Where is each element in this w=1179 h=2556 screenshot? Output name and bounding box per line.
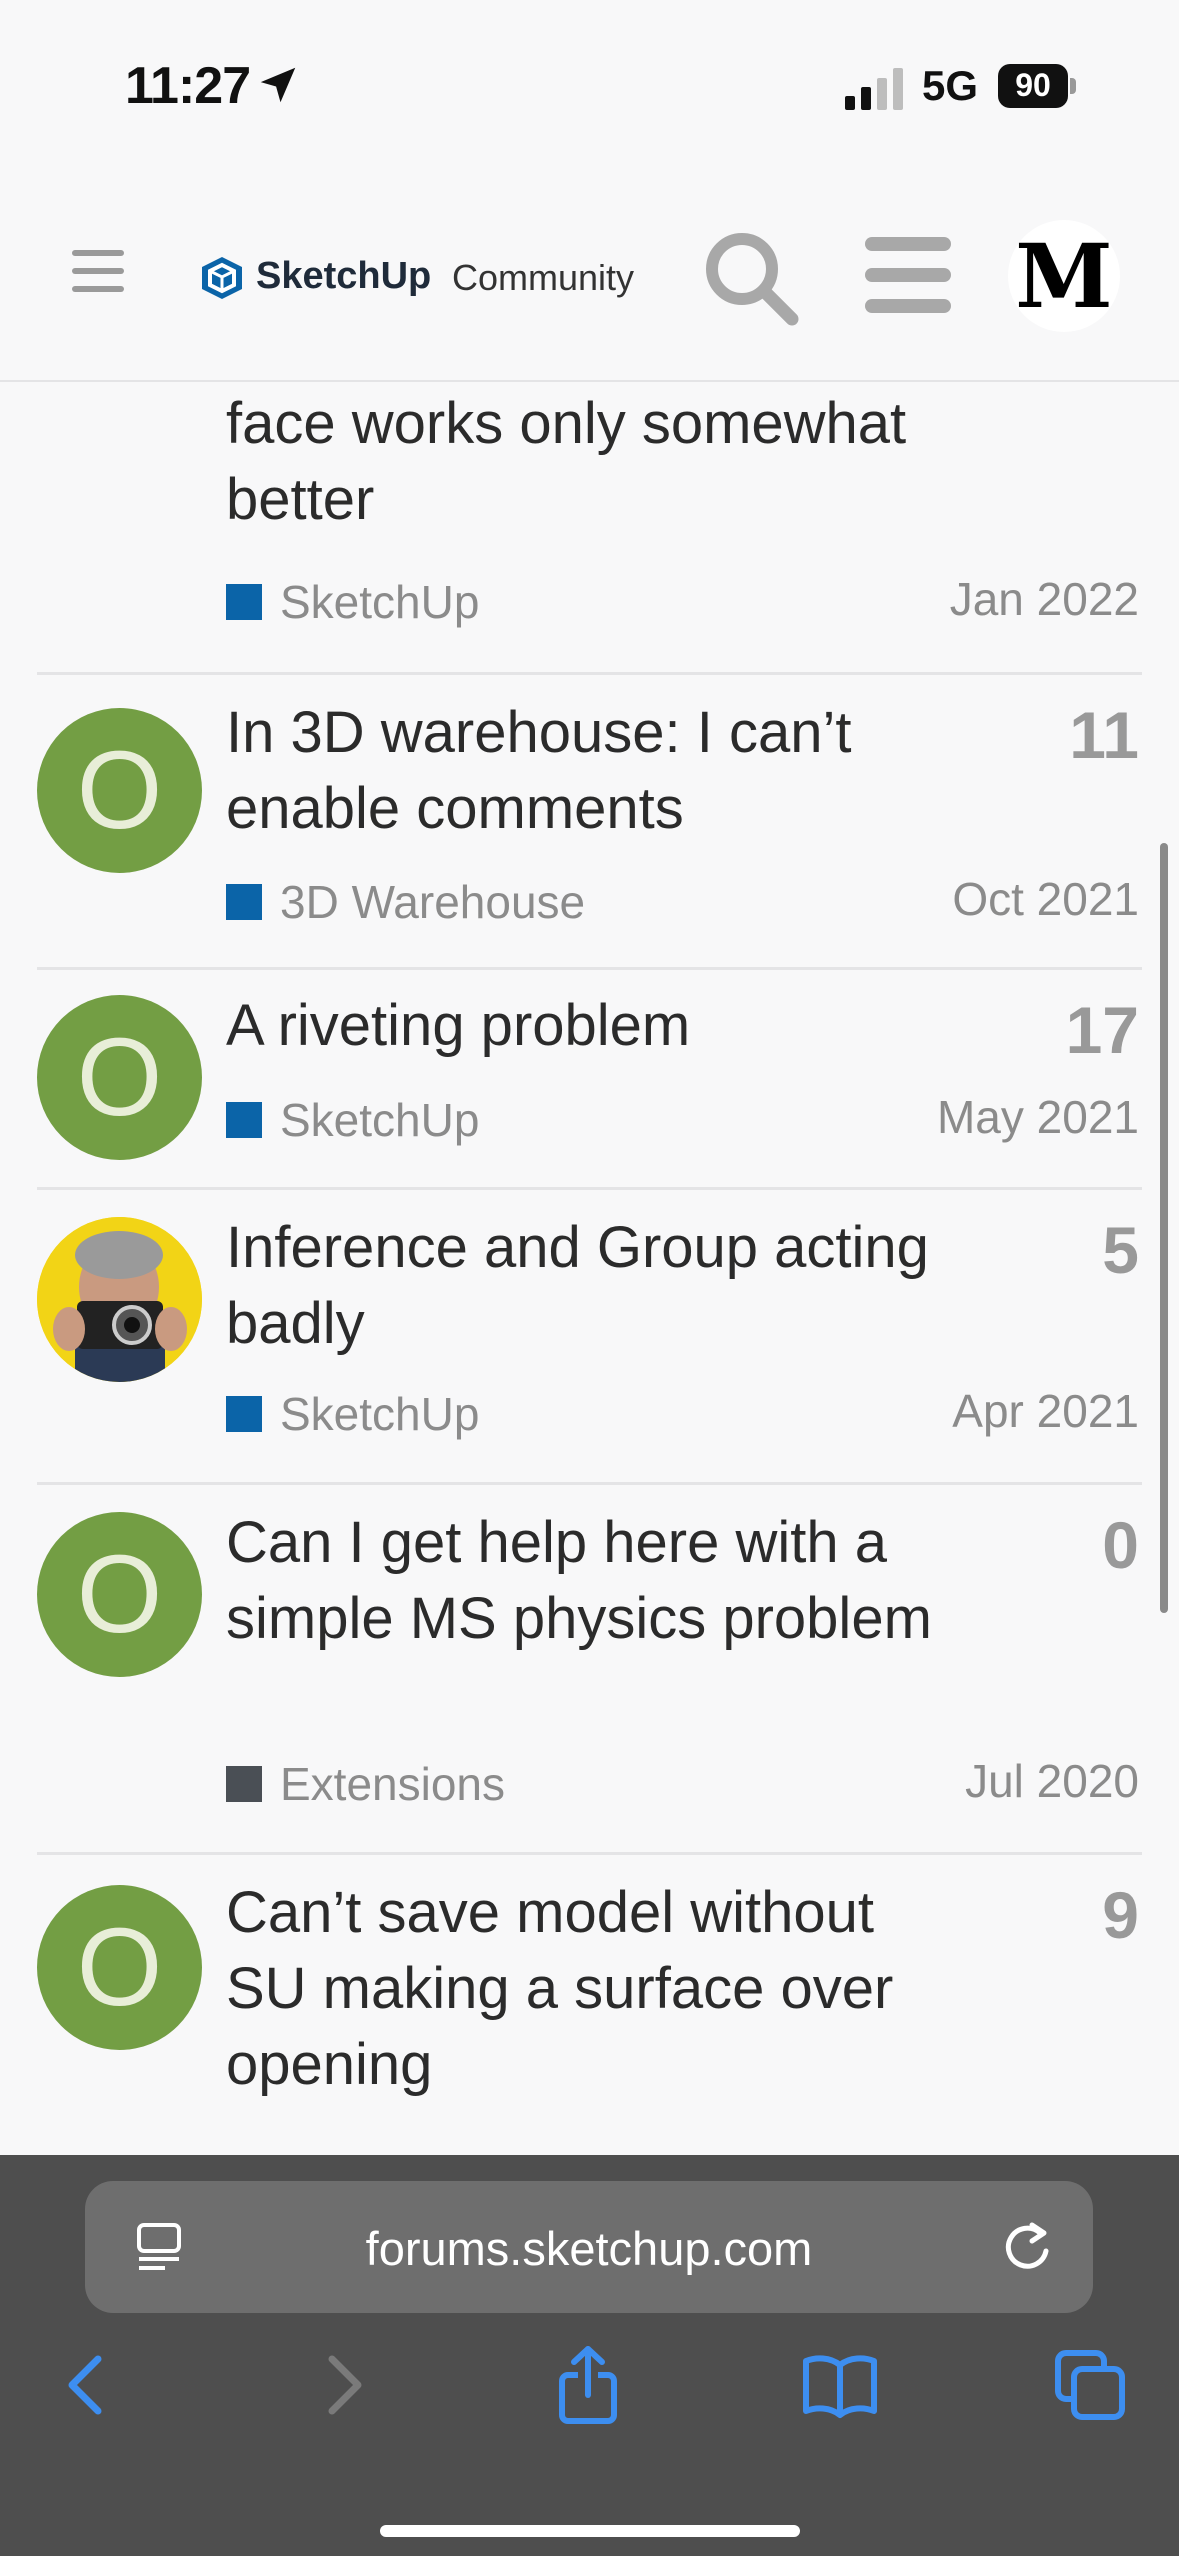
brand-name[interactable]: SketchUp	[256, 255, 431, 298]
category-color-badge	[226, 1766, 262, 1802]
browser-toolbar: forums.sketchup.com	[0, 2155, 1179, 2556]
topic-date: Oct 2021	[952, 873, 1139, 925]
forward-icon[interactable]	[302, 2345, 382, 2425]
topic-date: May 2021	[936, 1091, 1139, 1143]
reply-count[interactable]: 9	[1102, 1877, 1139, 1953]
topic-row[interactable]: Inference and Group acting badly 5 Sketc…	[0, 1190, 1179, 1485]
topic-category[interactable]: 3D Warehouse	[226, 875, 585, 929]
avatar[interactable]: O	[37, 995, 202, 1160]
brand-section[interactable]: Community	[452, 257, 634, 299]
topic-title[interactable]: concave surface, convex face works only …	[226, 380, 966, 538]
topic-row[interactable]: O In 3D warehouse: I can’t enable commen…	[0, 675, 1179, 970]
photographer-avatar-icon	[37, 1217, 202, 1382]
search-icon[interactable]	[700, 227, 800, 327]
reply-count[interactable]: 11	[1069, 697, 1139, 773]
avatar[interactable]: O	[37, 708, 202, 873]
topic-date: Jan 2022	[949, 573, 1139, 625]
sidebar-toggle-icon[interactable]	[72, 250, 124, 294]
topic-date: Jul 2020	[965, 1755, 1139, 1807]
hamburger-menu-icon[interactable]	[865, 237, 951, 315]
network-type: 5G	[922, 62, 979, 109]
avatar[interactable]: O	[37, 1512, 202, 1677]
reply-count[interactable]: 5	[1102, 1212, 1139, 1288]
topic-title[interactable]: A riveting problem	[226, 988, 966, 1064]
avatar[interactable]: O	[37, 1885, 202, 2050]
location-arrow-icon	[260, 67, 296, 103]
topic-list: concave surface, convex face works only …	[0, 380, 1179, 2155]
scrollbar[interactable]	[1160, 843, 1168, 1613]
reply-count[interactable]: 0	[1102, 1507, 1139, 1583]
url-text[interactable]: forums.sketchup.com	[85, 2221, 1093, 2276]
topic-category[interactable]: SketchUp	[226, 575, 479, 629]
tabs-icon[interactable]	[1050, 2345, 1130, 2425]
topic-date: Apr 2021	[952, 1385, 1139, 1437]
user-initial: M	[1015, 224, 1113, 328]
home-indicator[interactable]	[380, 2525, 800, 2537]
topic-row[interactable]: O Can I get help here with a simple MS p…	[0, 1485, 1179, 1855]
reply-count[interactable]: 17	[1066, 992, 1139, 1068]
topic-title[interactable]: In 3D warehouse: I can’t enable comments	[226, 695, 966, 847]
address-bar[interactable]: forums.sketchup.com	[85, 2181, 1093, 2313]
clock: 11:27	[125, 57, 251, 115]
reload-icon[interactable]	[1000, 2219, 1054, 2275]
battery-icon: 90	[998, 64, 1076, 108]
topic-row[interactable]: O Can’t save model without SU making a s…	[0, 1855, 1179, 2155]
share-icon[interactable]	[548, 2345, 628, 2425]
topic-title[interactable]: Can’t save model without SU making a sur…	[226, 1875, 966, 2103]
cellular-signal-icon	[845, 68, 903, 110]
topic-row[interactable]: concave surface, convex face works only …	[0, 380, 1179, 675]
status-bar: 11:27 5G 90	[0, 0, 1179, 175]
topic-category[interactable]: Extensions	[226, 1757, 505, 1811]
category-color-badge	[226, 884, 262, 920]
topic-category[interactable]: SketchUp	[226, 1093, 479, 1147]
category-color-badge	[226, 1396, 262, 1432]
back-icon[interactable]	[48, 2345, 128, 2425]
category-color-badge	[226, 584, 262, 620]
topic-row[interactable]: O A riveting problem 17 SketchUp May 202…	[0, 970, 1179, 1190]
bookmarks-icon[interactable]	[800, 2345, 880, 2425]
topic-title[interactable]: Inference and Group acting badly	[226, 1210, 966, 1362]
topic-title[interactable]: Can I get help here with a simple MS phy…	[226, 1505, 966, 1657]
forum-header: SketchUp Community M	[0, 175, 1179, 382]
user-avatar[interactable]: M	[1008, 220, 1120, 332]
avatar[interactable]	[37, 1217, 202, 1382]
category-color-badge	[226, 1102, 262, 1138]
sketchup-logo-icon[interactable]	[200, 255, 244, 301]
battery-level: 90	[1015, 67, 1051, 103]
topic-category[interactable]: SketchUp	[226, 1387, 479, 1441]
